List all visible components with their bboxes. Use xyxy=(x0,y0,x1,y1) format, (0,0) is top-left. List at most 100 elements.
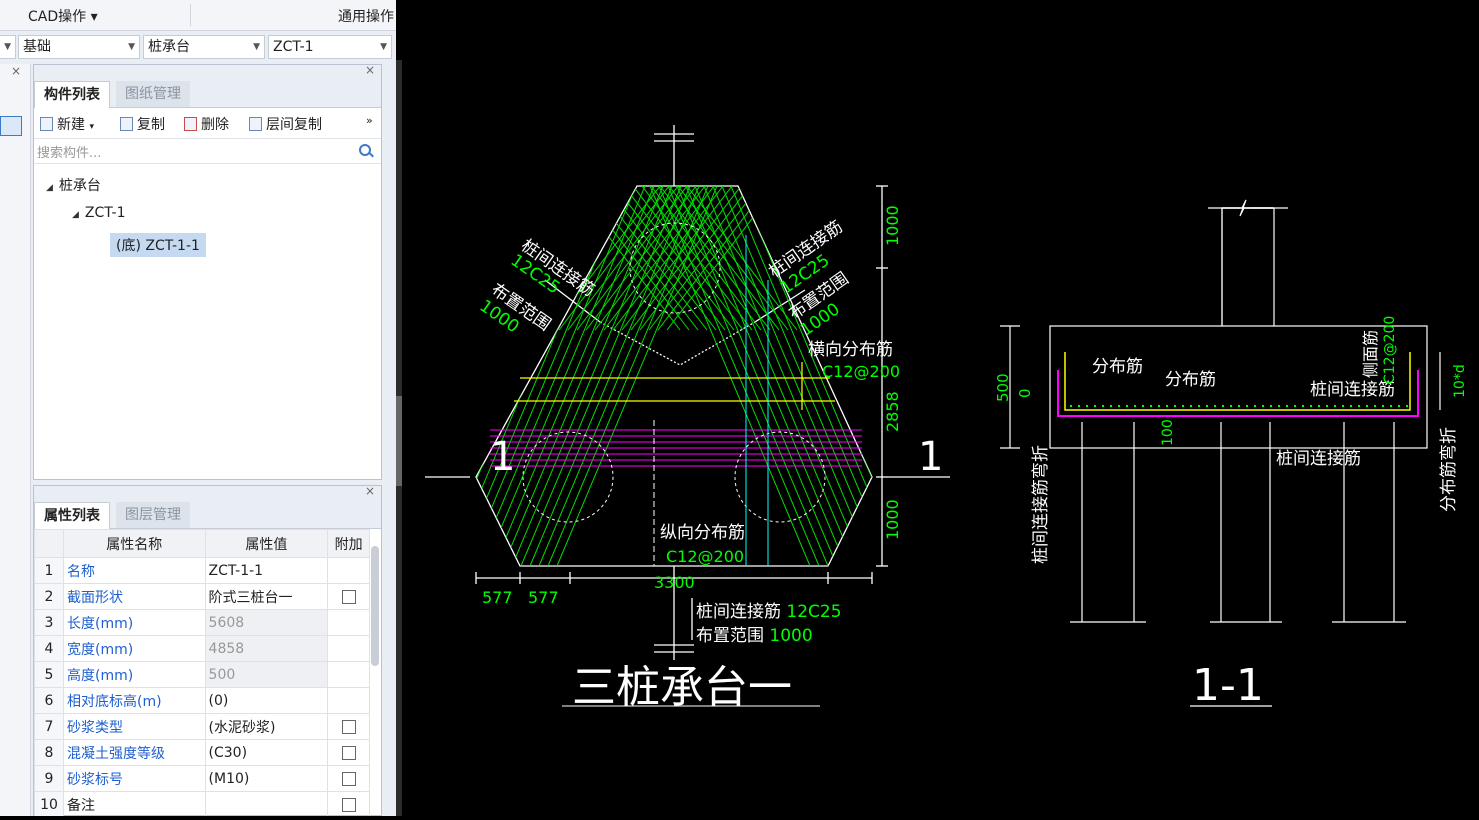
label-bottom-range: 布置范围 1000 xyxy=(696,626,813,646)
property-row[interactable]: 2 截面形状 阶式三桩台一 xyxy=(34,583,370,610)
property-row[interactable]: 7 砂浆类型 (水泥砂浆) xyxy=(34,713,370,740)
cad-ops-menu[interactable]: CAD操作 ▾ xyxy=(28,6,98,26)
property-value[interactable]: ZCT-1-1 xyxy=(204,557,329,584)
tab-component-list[interactable]: 构件列表 xyxy=(34,81,110,108)
new-button[interactable]: 新建 ▾ xyxy=(40,114,94,134)
row-index: 5 xyxy=(34,661,64,688)
type-select[interactable]: 桩承台 ▼ xyxy=(143,35,265,59)
tree-node-child[interactable]: ◢ ZCT-1 xyxy=(72,205,126,221)
sec-dim-10d: 10*d xyxy=(1452,364,1468,398)
property-value[interactable] xyxy=(204,791,329,816)
type-value: 桩承台 xyxy=(148,39,190,55)
extra-cell xyxy=(327,557,370,584)
property-panel: × 属性列表 图层管理 属性名称 属性值 附加 1 名称 ZCT-1-1 2 截面形状阶… xyxy=(33,484,382,816)
col-extra: 附加 xyxy=(327,529,370,558)
property-value[interactable]: 500 xyxy=(204,661,329,688)
property-row[interactable]: 8 混凝土强度等级 (C30) xyxy=(34,739,370,766)
property-value[interactable]: (M10) xyxy=(204,765,329,792)
row-index: 9 xyxy=(34,765,64,792)
property-name: 备注 xyxy=(63,791,206,816)
row-index: 1 xyxy=(34,557,64,584)
property-row[interactable]: 1 名称 ZCT-1-1 xyxy=(34,557,370,584)
tab-property-list[interactable]: 属性列表 xyxy=(34,502,110,529)
label-trans-spec: C12@200 xyxy=(822,362,900,381)
row-index: 4 xyxy=(34,635,64,662)
sec-side-spec: C12@200 xyxy=(1382,316,1398,384)
col-prop-value: 属性值 xyxy=(204,529,329,558)
property-row[interactable]: 3 长度(mm) 5608 xyxy=(34,609,370,636)
floor-copy-icon xyxy=(249,117,262,131)
property-value[interactable]: 阶式三桩台一 xyxy=(204,583,329,610)
tree-expanded-icon[interactable]: ◢ xyxy=(72,210,79,220)
property-row[interactable]: 6 相对底标高(m) (0) xyxy=(34,687,370,714)
property-row[interactable]: 10 备注 xyxy=(34,791,370,816)
section-drawing xyxy=(1000,199,1441,707)
extra-cell xyxy=(327,739,370,766)
vertical-scrollbar[interactable] xyxy=(371,546,379,666)
tree-node-leaf-selected[interactable]: (底) ZCT-1-1 xyxy=(110,233,206,257)
property-row[interactable]: 9 砂浆标号 (M10) xyxy=(34,765,370,792)
sec-link-b: 桩间连接筋 xyxy=(1276,449,1361,469)
extra-checkbox[interactable] xyxy=(341,771,356,786)
section-title: 1-1 xyxy=(1192,660,1264,711)
property-row[interactable]: 4 宽度(mm) 4858 xyxy=(34,635,370,662)
close-icon[interactable]: × xyxy=(365,484,375,498)
dim-577-b: 577 xyxy=(528,588,559,607)
component-toolbar: 新建 ▾ 复制 删除 层间复制 » xyxy=(34,108,381,139)
extra-checkbox[interactable] xyxy=(341,589,356,604)
tree-expanded-icon[interactable]: ◢ xyxy=(46,183,53,193)
copy-button[interactable]: 复制 xyxy=(120,114,165,134)
close-icon[interactable]: × xyxy=(365,63,375,77)
extra-cell xyxy=(327,687,370,714)
property-value[interactable]: (0) xyxy=(204,687,329,714)
chevron-down-icon: ▼ xyxy=(380,42,387,52)
property-value[interactable]: (水泥砂浆) xyxy=(204,713,329,740)
left-tool-strip: × xyxy=(0,64,31,816)
row-index: 6 xyxy=(34,687,64,714)
splitter[interactable] xyxy=(396,0,410,816)
dim-2858: 2858 xyxy=(883,391,902,432)
component-select[interactable]: ZCT-1 ▼ xyxy=(268,35,392,59)
sec-dim-500: 500 xyxy=(994,373,1012,402)
property-row[interactable]: 5 高度(mm) 500 xyxy=(34,661,370,688)
dim-top-1000: 1000 xyxy=(883,205,902,246)
sec-dist-b: 分布筋 xyxy=(1165,370,1216,390)
col-prop-name: 属性名称 xyxy=(63,529,206,558)
delete-icon xyxy=(184,117,197,131)
search-input[interactable]: 搜索构件... xyxy=(37,142,101,161)
close-icon[interactable]: × xyxy=(11,64,21,78)
property-value[interactable]: 5608 xyxy=(204,609,329,636)
floor-copy-button[interactable]: 层间复制 xyxy=(249,114,322,134)
tab-layer-manager[interactable]: 图层管理 xyxy=(116,502,190,528)
extra-checkbox[interactable] xyxy=(341,797,356,812)
tab-drawing-manager[interactable]: 图纸管理 xyxy=(116,81,190,107)
left-collapsed-dropdown[interactable]: ▼ xyxy=(0,35,16,59)
list-view-icon[interactable] xyxy=(0,116,22,136)
property-table: 属性名称 属性值 附加 1 名称 ZCT-1-1 2 截面形状 阶式三桩台一 3 长度(mm)… xyxy=(34,529,370,816)
category-select[interactable]: 基础 ▼ xyxy=(18,35,140,59)
extra-cell xyxy=(327,791,370,816)
cad-canvas[interactable]: 1 1 桩间连接筋 12C25 布置范围 1000 桩间连接筋 12C25 布置… xyxy=(410,0,1479,816)
sec-dim-100: 100 xyxy=(1160,419,1176,446)
row-index: 2 xyxy=(34,583,64,610)
more-icon[interactable]: » xyxy=(366,114,373,127)
section-mark-left: 1 xyxy=(490,434,515,480)
property-value[interactable]: (C30) xyxy=(204,739,329,766)
extra-checkbox[interactable] xyxy=(341,745,356,760)
extra-checkbox[interactable] xyxy=(341,719,356,734)
generic-ops-menu[interactable]: 通用操作 xyxy=(338,6,394,26)
menu-divider xyxy=(190,4,191,26)
property-name: 高度(mm) xyxy=(63,661,206,688)
property-value[interactable]: 4858 xyxy=(204,635,329,662)
sec-dist-bend: 分布筋弯折 xyxy=(1439,427,1459,512)
search-icon[interactable] xyxy=(359,144,371,156)
tree-node-root[interactable]: ◢ 桩承台 xyxy=(46,175,101,195)
section-mark-right: 1 xyxy=(918,434,943,480)
property-name: 长度(mm) xyxy=(63,609,206,636)
search-bar[interactable]: 搜索构件... xyxy=(34,139,381,164)
dim-bottom-1000: 1000 xyxy=(883,499,902,540)
row-index: 8 xyxy=(34,739,64,766)
delete-button[interactable]: 删除 xyxy=(184,114,229,134)
chevron-down-icon: ▼ xyxy=(128,42,135,52)
property-name: 宽度(mm) xyxy=(63,635,206,662)
